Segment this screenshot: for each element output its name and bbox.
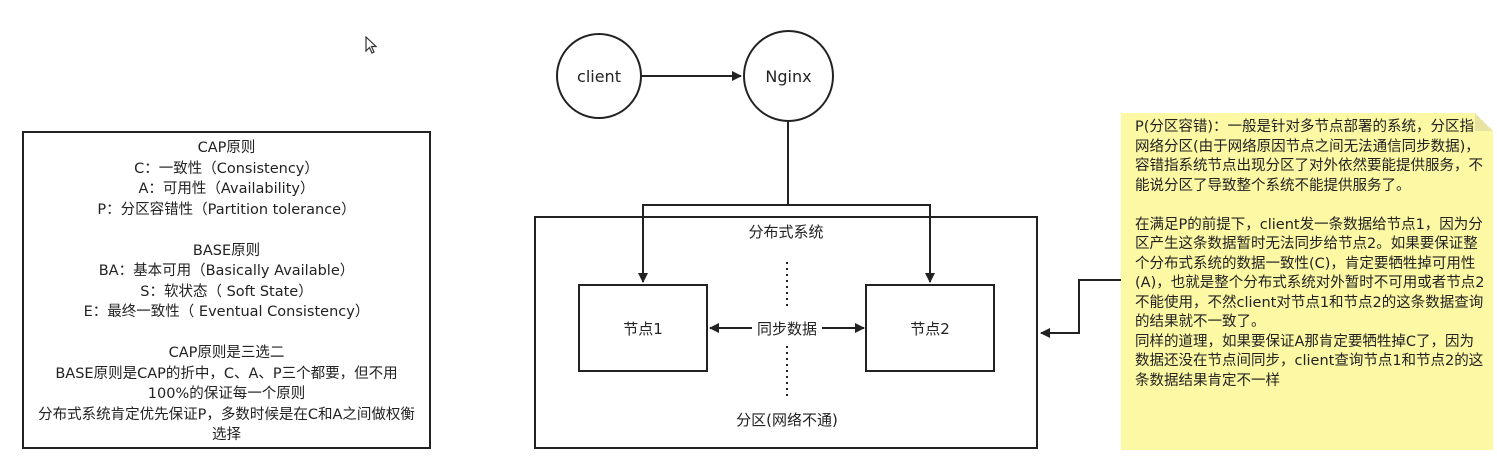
note-choose-consistency: 在满足P的前提下，client发一条数据给节点1，因为分区产生这条数据暂时无法同… <box>1135 216 1485 331</box>
base-title: BASE原则 <box>192 242 261 259</box>
cap-partition: P：分区容错性（Partition tolerance） <box>97 201 356 218</box>
principles-text: CAP原则 C：一致性（Consistency） A：可用性（Availabil… <box>24 138 429 446</box>
base-eventual-consistency: E：最终一致性（ Eventual Consistency） <box>83 304 370 320</box>
node2-label: 节点2 <box>910 319 950 338</box>
nginx-node: Nginx <box>743 30 834 122</box>
cap-title: CAP原则 <box>197 140 256 156</box>
cap-availability: A：可用性（Availability） <box>138 181 315 197</box>
cap-consistency: C：一致性（Consistency） <box>134 160 319 177</box>
diagram-canvas: CAP原则 C：一致性（Consistency） A：可用性（Availabil… <box>0 0 1497 476</box>
explanation-note: P(分区容错)：一般是针对多节点部署的系统，分区指网络分区(由于网络原因节点之间… <box>1121 113 1493 450</box>
mouse-pointer-icon <box>365 36 377 54</box>
node1-label: 节点1 <box>623 319 663 338</box>
summary-priority: 分布式系统肯定优先保证P，多数时候是在C和A之间做权衡选择 <box>38 406 415 444</box>
sync-data-label: 同步数据 <box>752 318 822 338</box>
note-choose-availability: 同样的道理，如果要保证A那肯定要牺牲掉C了，因为数据还没在节点间同步，clien… <box>1135 333 1484 389</box>
principles-box: CAP原则 C：一致性（Consistency） A：可用性（Availabil… <box>22 131 431 449</box>
nginx-label: Nginx <box>765 66 812 86</box>
note-partition-tolerance: P(分区容错)：一般是针对多节点部署的系统，分区指网络分区(由于网络原因节点之间… <box>1135 119 1483 194</box>
note-text: P(分区容错)：一般是针对多节点部署的系统，分区指网络分区(由于网络原因节点之间… <box>1135 118 1487 391</box>
distributed-system-label: 分布式系统 <box>748 222 824 241</box>
base-basically-available: BA：基本可用（Basically Available） <box>98 263 355 279</box>
summary-base: BASE原则是CAP的折中，C、A、P三个都要，但不用100%的保证每一个原则 <box>55 365 398 403</box>
base-soft-state: S：软状态（ Soft State） <box>140 283 313 300</box>
summary-title: CAP原则是三选二 <box>168 345 285 361</box>
note-to-system-arrow <box>1040 279 1121 338</box>
node2-box: 节点2 <box>865 284 995 372</box>
partition-label: 分区(网络不通) <box>736 410 838 429</box>
client-label: client <box>577 66 621 86</box>
node1-box: 节点1 <box>578 284 708 372</box>
client-node: client <box>556 33 642 119</box>
